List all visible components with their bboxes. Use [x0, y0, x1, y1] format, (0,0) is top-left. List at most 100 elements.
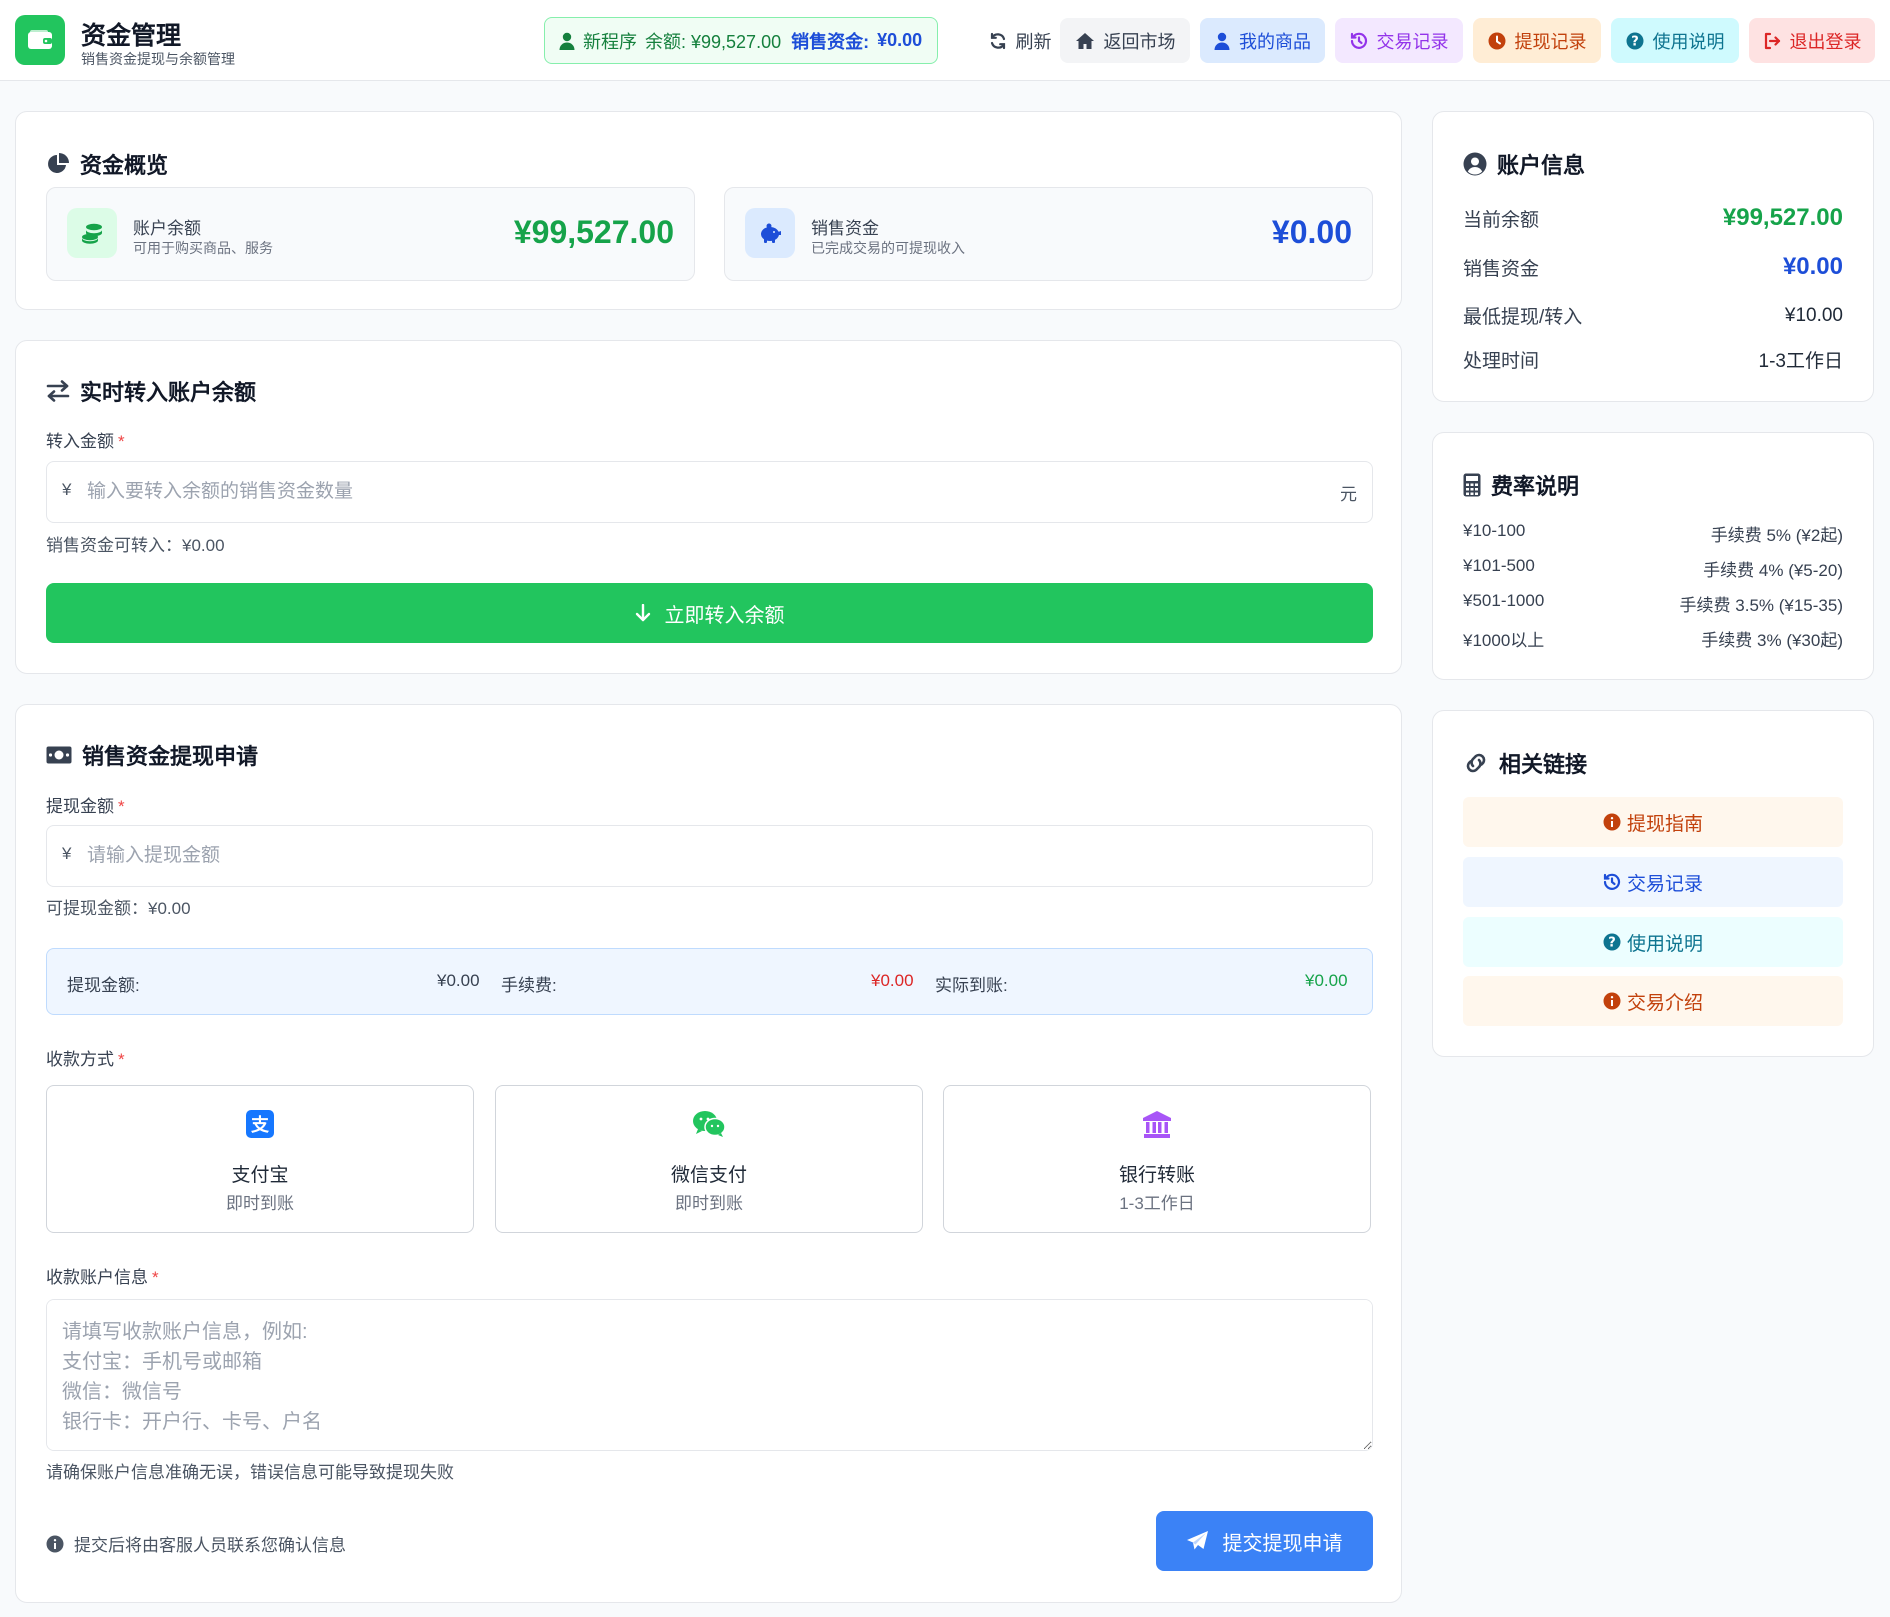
user-icon — [559, 32, 575, 50]
user-circle-icon — [1463, 152, 1487, 176]
bank-icon — [1143, 1111, 1171, 1138]
links-title: 相关链接 — [1499, 752, 1588, 777]
transfer-amount-field: ¥ 元 — [46, 461, 1373, 523]
method-alipay[interactable]: 支 支付宝 即时到账 — [46, 1085, 474, 1233]
related-links-card: 相关链接 提现指南 交易记录 ? 使用说明 交易介绍 — [1432, 710, 1874, 1057]
home-icon — [1075, 32, 1094, 49]
balance-summary: 新程序 余额: ¥99,527.00 销售资金: ¥0.00 — [544, 17, 938, 64]
my-goods-button[interactable]: 我的商品 — [1200, 18, 1325, 63]
question-icon: ? — [1626, 32, 1643, 49]
account-balance-value: ¥99,527.00 — [513, 214, 674, 250]
currency-symbol: ¥ — [62, 844, 72, 863]
transaction-records-button[interactable]: 交易记录 — [1335, 18, 1463, 63]
balance-text: 余额: ¥99,527.00 — [645, 31, 782, 52]
account-info-title: 账户信息 — [1497, 153, 1586, 178]
refresh-icon — [990, 32, 1005, 49]
sales-funds-desc: 已完成交易的可提现收入 — [811, 240, 965, 256]
method-desc: 1-3工作日 — [1119, 1194, 1195, 1213]
account-info-textarea[interactable] — [46, 1299, 1373, 1451]
svg-text:?: ? — [1631, 34, 1639, 49]
arrow-down-icon — [635, 604, 650, 622]
method-desc: 即时到账 — [226, 1194, 294, 1213]
overview-title: 资金概览 — [80, 153, 169, 178]
account-info-card: 账户信息 当前余额 ¥99,527.00 销售资金 ¥0.00 最低提现/转入 … — [1432, 111, 1874, 402]
funds-overview-card: 资金概览 账户余额 可用于购买商品、服务 ¥99,527.00 销售资金 已完成… — [15, 111, 1402, 310]
method-bank[interactable]: 银行转账 1-3工作日 — [943, 1085, 1371, 1233]
withdraw-amount-input[interactable] — [87, 836, 1357, 876]
info-row: 销售资金 ¥0.00 — [1463, 253, 1843, 280]
withdraw-records-button[interactable]: 提现记录 — [1473, 18, 1601, 63]
history-icon — [1350, 32, 1367, 49]
info-row: 最低提现/转入 ¥10.00 — [1463, 304, 1843, 329]
clock-icon — [1488, 32, 1505, 49]
link-withdraw-guide[interactable]: 提现指南 — [1463, 797, 1843, 847]
calc-amount-label: 提现金额: — [67, 976, 140, 995]
logout-button[interactable]: 退出登录 — [1749, 18, 1875, 63]
top-header: 资金管理 销售资金提现与余额管理 新程序 余额: ¥99,527.00 销售资金… — [0, 0, 1890, 81]
required-mark: * — [118, 1050, 125, 1069]
history-icon — [1603, 873, 1621, 890]
required-mark: * — [118, 432, 125, 451]
sales-funds-label: 销售资金 — [811, 219, 879, 238]
svg-text:?: ? — [1608, 936, 1616, 951]
paper-plane-icon — [1186, 1531, 1208, 1550]
calculator-icon — [1463, 473, 1481, 497]
logout-icon — [1764, 32, 1780, 49]
transfer-now-button[interactable]: 立即转入余额 — [46, 583, 1373, 643]
withdraw-amount-label: 提现金额 — [46, 797, 114, 816]
calc-actual-label: 实际到账: — [935, 976, 1008, 995]
sales-funds-label: 销售资金: — [791, 31, 870, 52]
withdraw-calculation: 提现金额: ¥0.00 手续费: ¥0.00 实际到账: ¥0.00 — [46, 948, 1373, 1015]
svg-text:支: 支 — [250, 1114, 270, 1136]
calc-amount-value: ¥0.00 — [437, 971, 480, 990]
page-title: 资金管理 — [81, 22, 182, 50]
method-wechat[interactable]: 微信支付 即时到账 — [495, 1085, 923, 1233]
info-row: 当前余额 ¥99,527.00 — [1463, 204, 1843, 231]
required-mark: * — [118, 797, 125, 816]
info-row: 处理时间 1-3工作日 — [1463, 346, 1843, 373]
fee-row: ¥501-1000 手续费 3.5% (¥15-35) — [1463, 591, 1843, 615]
link-trade-intro[interactable]: 交易介绍 — [1463, 976, 1843, 1026]
calc-fee-value: ¥0.00 — [871, 971, 914, 990]
withdraw-title: 销售资金提现申请 — [82, 744, 259, 769]
coins-icon — [67, 208, 117, 258]
account-balance-desc: 可用于购买商品、服务 — [133, 240, 273, 256]
transfer-title: 实时转入账户余额 — [80, 380, 257, 405]
transfer-amount-input[interactable] — [87, 472, 1327, 512]
submit-withdraw-button[interactable]: 提交提现申请 — [1156, 1511, 1373, 1571]
back-to-market-button[interactable]: 返回市场 — [1060, 18, 1190, 63]
link-transaction-records[interactable]: 交易记录 — [1463, 857, 1843, 907]
transfer-amount-label: 转入金额 — [46, 432, 114, 451]
min-amount-value: ¥10.00 — [1784, 304, 1843, 326]
account-balance-label: 账户余额 — [133, 219, 201, 238]
required-mark: * — [152, 1268, 159, 1287]
alipay-icon: 支 — [246, 1110, 274, 1138]
transfer-card: 实时转入账户余额 转入金额* ¥ 元 销售资金可转入：¥0.00 立即转入余额 — [15, 340, 1402, 674]
transfer-available-hint: 销售资金可转入：¥0.00 — [46, 536, 225, 555]
link-help[interactable]: ? 使用说明 — [1463, 917, 1843, 967]
fee-description-card: 费率说明 ¥10-100 手续费 5% (¥2起) ¥101-500 手续费 4% … — [1432, 432, 1874, 680]
current-balance-value: ¥99,527.00 — [1722, 204, 1843, 231]
withdraw-amount-field: ¥ — [46, 825, 1373, 887]
piggy-bank-icon — [745, 208, 795, 258]
wechat-icon — [693, 1111, 726, 1137]
currency-symbol: ¥ — [62, 480, 72, 499]
sales-funds-value: ¥0.00 — [1271, 214, 1352, 250]
sales-funds-box: 销售资金 已完成交易的可提现收入 ¥0.00 — [724, 187, 1373, 281]
info-icon — [46, 1535, 64, 1552]
method-name: 微信支付 — [670, 1165, 747, 1186]
fee-title: 费率说明 — [1491, 474, 1580, 499]
method-name: 支付宝 — [231, 1165, 289, 1186]
help-button[interactable]: ? 使用说明 — [1611, 18, 1739, 63]
question-icon: ? — [1603, 933, 1621, 951]
payment-method-label: 收款方式 — [46, 1050, 114, 1069]
method-name: 银行转账 — [1118, 1165, 1195, 1186]
submit-notice: 提交后将由客服人员联系您确认信息 — [46, 1531, 346, 1556]
method-desc: 即时到账 — [675, 1194, 743, 1213]
info-icon — [1603, 813, 1621, 831]
calc-fee-label: 手续费: — [501, 976, 557, 995]
wallet-logo-icon — [15, 15, 65, 65]
calc-actual-value: ¥0.00 — [1305, 971, 1348, 990]
pie-chart-icon — [48, 153, 69, 173]
account-info-hint: 请确保账户信息准确无误，错误信息可能导致提现失败 — [46, 1463, 454, 1482]
